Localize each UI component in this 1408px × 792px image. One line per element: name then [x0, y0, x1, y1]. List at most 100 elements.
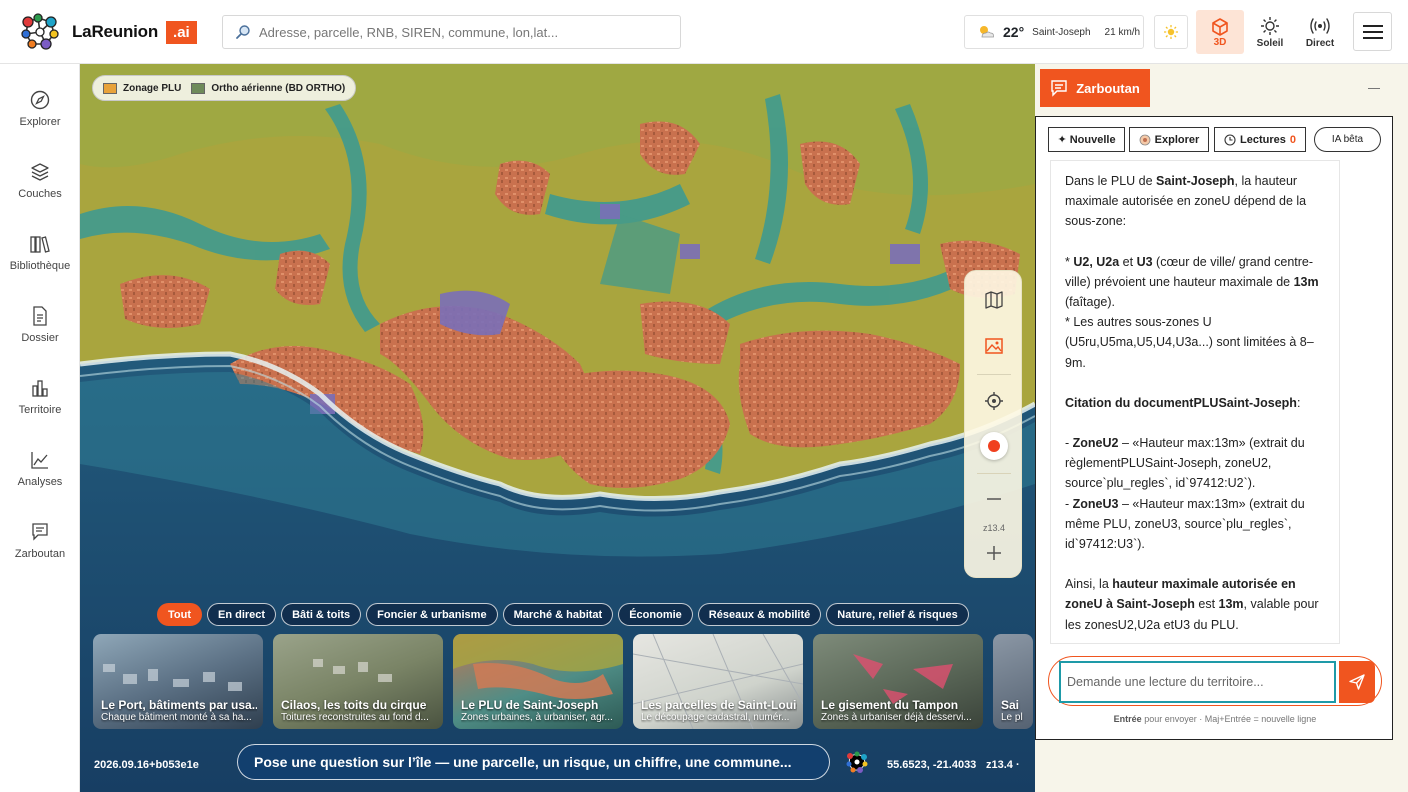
layer-label: Zonage PLU: [123, 82, 182, 94]
readings-count-badge: 0: [1289, 133, 1296, 146]
image-icon: [985, 338, 1003, 354]
mini-logo-icon[interactable]: [845, 750, 869, 774]
new-conversation-button[interactable]: ✦ Nouvelle: [1048, 127, 1125, 152]
card-title: Cilaos, les toits du cirque: [281, 698, 427, 712]
chip-nature-relief-risques[interactable]: Nature, relief & risques: [826, 603, 969, 626]
bar-chart-icon: [32, 380, 48, 397]
text-bold: 13m: [1218, 597, 1244, 612]
text: -: [1065, 496, 1073, 511]
compass-icon: [30, 90, 50, 110]
menu-button[interactable]: [1353, 12, 1392, 51]
chip-tout[interactable]: Tout: [157, 603, 203, 626]
chat-icon: [1051, 80, 1067, 97]
cube-icon: [1212, 17, 1228, 36]
chat-input-container: [1048, 656, 1382, 706]
sun-tool-button[interactable]: Soleil: [1246, 12, 1294, 52]
nav-item-couches[interactable]: Couches: [0, 151, 80, 211]
record-button[interactable]: [965, 426, 1023, 466]
daylight-button[interactable]: [1154, 15, 1188, 49]
text-bold: Citation du documentPLUSaint-Joseph: [1065, 395, 1297, 410]
hint-key: Entrée: [1113, 714, 1142, 724]
left-navigation: Explorer Couches Bibliothèque Dossier Te…: [0, 64, 80, 792]
chip-bati-toits[interactable]: Bâti & toits: [281, 603, 362, 626]
card-subtitle: Le pl: [1001, 712, 1023, 723]
partly-cloudy-icon: [980, 26, 994, 38]
chip-en-direct[interactable]: En direct: [207, 603, 277, 626]
readings-button[interactable]: Lectures 0: [1214, 127, 1306, 152]
story-card[interactable]: Cilaos, les toits du cirque Toitures rec…: [273, 634, 443, 729]
story-card[interactable]: Sai Le pl: [993, 634, 1033, 729]
zarboutan-tab[interactable]: Zarboutan: [1040, 69, 1150, 107]
nav-label: Zarboutan: [14, 548, 66, 560]
direct-tool-label: Direct: [1305, 37, 1335, 49]
3d-toggle-button[interactable]: 3D: [1196, 10, 1244, 54]
map-toolbar: z13.4: [964, 270, 1022, 578]
minimize-panel-button[interactable]: [1368, 88, 1380, 89]
message-paragraph: Dans le PLU de Saint-Joseph, la hauteur …: [1065, 171, 1327, 232]
card-subtitle: Zones urbaines, à urbaniser, agr...: [461, 712, 613, 723]
story-card[interactable]: Le Port, bâtiments par usa... Chaque bât…: [93, 634, 263, 729]
imagery-button[interactable]: [965, 326, 1023, 366]
nav-item-zarboutan[interactable]: Zarboutan: [0, 511, 80, 571]
basemap-button[interactable]: [965, 280, 1023, 320]
assistant-message: Dans le PLU de Saint-Joseph, la hauteur …: [1050, 160, 1340, 644]
logo[interactable]: LaReunion .ai: [18, 10, 197, 54]
text: et: [1119, 254, 1137, 269]
weather-widget[interactable]: 22° Saint-Joseph 21 km/h: [964, 15, 1144, 49]
nav-item-bibliotheque[interactable]: Bibliothèque: [0, 223, 80, 283]
layer-label: Ortho aérienne (BD ORTHO): [211, 82, 346, 94]
direct-tool-button[interactable]: Direct: [1296, 12, 1344, 52]
text-bold: U2, U2a: [1073, 254, 1120, 269]
chip-foncier-urbanisme[interactable]: Foncier & urbanisme: [366, 603, 498, 626]
active-layers-legend[interactable]: Zonage PLU Ortho aérienne (BD ORTHO): [92, 75, 357, 101]
explore-button[interactable]: Explorer: [1129, 127, 1209, 152]
chat-input[interactable]: [1059, 661, 1336, 703]
zoom-level: z13.4: [982, 523, 1006, 533]
weather-city: Saint-Joseph: [1032, 26, 1091, 38]
layers-icon: [31, 163, 49, 181]
crosshair-icon: [985, 392, 1003, 410]
card-caption: Cilaos, les toits du cirque Toitures rec…: [281, 698, 437, 723]
zoom-in-button[interactable]: [965, 533, 1023, 573]
map-canvas[interactable]: Zonage PLU Ortho aérienne (BD ORTHO) z13…: [80, 64, 1035, 792]
chip-reseaux-mobilite[interactable]: Réseaux & mobilité: [697, 603, 822, 626]
text: Dans le PLU de: [1065, 174, 1157, 188]
story-card[interactable]: Le gisement du Tampon Zones à urbaniser …: [813, 634, 983, 729]
chip-economie[interactable]: Économie: [618, 603, 693, 626]
nav-item-territoire[interactable]: Territoire: [0, 367, 80, 427]
locate-button[interactable]: [965, 381, 1023, 421]
search-bar[interactable]: [222, 15, 681, 49]
hint-text: = nouvelle ligne: [1251, 714, 1317, 724]
card-subtitle: Toitures reconstruites au fond d...: [281, 712, 429, 723]
line-chart-icon: [31, 452, 48, 469]
document-icon: [33, 306, 47, 326]
zoom-readout-value: z13.4: [986, 759, 1013, 771]
zoom-out-button[interactable]: [965, 479, 1023, 519]
text-bold: U3: [1136, 254, 1153, 269]
zoom-readout-dot: ·: [1015, 759, 1020, 771]
chip-marche-habitat[interactable]: Marché & habitat: [502, 603, 614, 626]
message-conclusion: Ainsi, la hauteur maximale autorisée en …: [1065, 574, 1327, 635]
text: est: [1194, 597, 1219, 612]
nav-label: Explorer: [19, 116, 61, 128]
layer-swatch-plu: [103, 82, 117, 94]
nav-item-dossier[interactable]: Dossier: [0, 295, 80, 355]
nav-item-analyses[interactable]: Analyses: [0, 439, 80, 499]
story-card[interactable]: Les parcelles de Saint-Louis Le découpag…: [633, 634, 803, 729]
nav-label: Analyses: [17, 476, 63, 488]
ask-question-bar[interactable]: Pose une question sur l’île — une parcel…: [237, 744, 830, 780]
story-card[interactable]: Le PLU de Saint-Joseph Zones urbaines, à…: [453, 634, 623, 729]
ai-beta-button[interactable]: IA bêta: [1314, 127, 1381, 152]
text-bold: 13m: [1293, 274, 1319, 289]
search-input[interactable]: [259, 24, 659, 40]
toolbar-divider: [977, 374, 1011, 375]
nav-item-explorer[interactable]: Explorer: [0, 79, 80, 139]
nav-label: Bibliothèque: [9, 260, 71, 272]
map-icon: [985, 291, 1003, 309]
send-button[interactable]: [1339, 661, 1375, 703]
minus-icon: [987, 498, 1001, 500]
nav-label: Dossier: [21, 332, 59, 344]
